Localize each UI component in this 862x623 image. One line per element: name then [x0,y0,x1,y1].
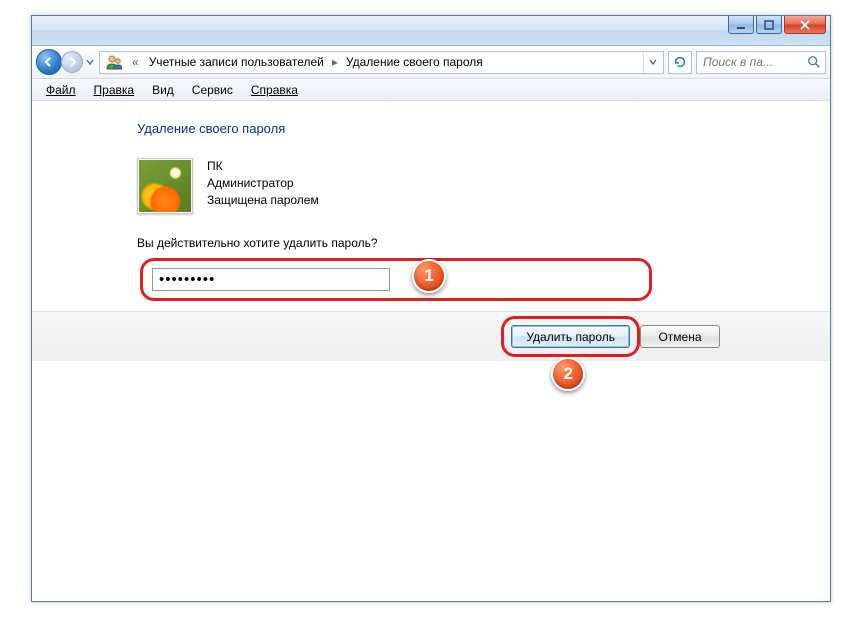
minimize-button[interactable] [728,16,754,34]
menu-help[interactable]: Справка [243,82,306,98]
back-button[interactable] [36,49,62,75]
user-accounts-icon [105,53,123,71]
search-icon [807,55,821,69]
user-info-block: ПК Администратор Защищена паролем [137,158,830,214]
user-protection-status: Защищена паролем [207,192,319,209]
window-frame: « Учетные записи пользователей ▸ Удалени… [31,15,831,602]
password-field-wrap: 1 [152,268,830,291]
breadcrumb-separator-icon[interactable]: ▸ [328,55,342,69]
cancel-button[interactable]: Отмена [640,325,720,348]
nav-history-dropdown[interactable] [83,52,97,72]
nav-arrows [36,49,97,75]
action-bar: Удалить пароль 2 Отмена [32,311,830,361]
close-icon [800,20,810,30]
chevron-down-icon [86,58,94,66]
menu-tools[interactable]: Сервис [184,82,241,98]
chevron-down-icon [649,58,657,66]
confirm-question: Вы действительно хотите удалить пароль? [137,236,830,250]
menu-file[interactable]: Файл [38,82,84,98]
menu-view[interactable]: Вид [144,82,182,98]
search-input[interactable] [701,54,791,70]
breadcrumb-seg-2[interactable]: Удаление своего пароля [342,55,487,69]
current-password-input[interactable] [152,268,390,291]
refresh-button[interactable] [668,51,692,74]
page-title: Удаление своего пароля [137,121,830,136]
titlebar[interactable] [32,16,830,46]
content-area: Удаление своего пароля ПК Администратор … [32,101,830,601]
forward-arrow-icon [66,56,78,68]
delete-password-button[interactable]: Удалить пароль [511,325,630,348]
menu-edit[interactable]: Правка [86,82,143,98]
breadcrumb-root[interactable]: « [126,52,145,73]
user-avatar [137,158,193,214]
refresh-icon [673,55,687,69]
delete-button-wrap: Удалить пароль 2 [511,325,630,348]
window-controls [728,16,826,34]
breadcrumb-dropdown[interactable] [643,52,661,73]
navigation-bar: « Учетные записи пользователей ▸ Удалени… [32,46,830,79]
breadcrumb[interactable]: « Учетные записи пользователей ▸ Удалени… [99,51,664,74]
forward-button[interactable] [61,51,83,73]
empty-area [32,361,830,521]
flower-icon [139,160,191,212]
breadcrumb-seg-1[interactable]: Учетные записи пользователей [145,55,328,69]
user-role: Администратор [207,175,319,192]
maximize-button[interactable] [756,16,782,34]
annotation-callout-1: 1 [412,259,446,293]
search-box[interactable] [696,51,826,74]
back-arrow-icon [43,56,55,68]
menu-bar: Файл Правка Вид Сервис Справка [32,79,830,101]
maximize-icon [764,20,774,30]
close-button[interactable] [784,16,826,34]
user-name: ПК [207,158,319,175]
minimize-icon [736,20,746,30]
